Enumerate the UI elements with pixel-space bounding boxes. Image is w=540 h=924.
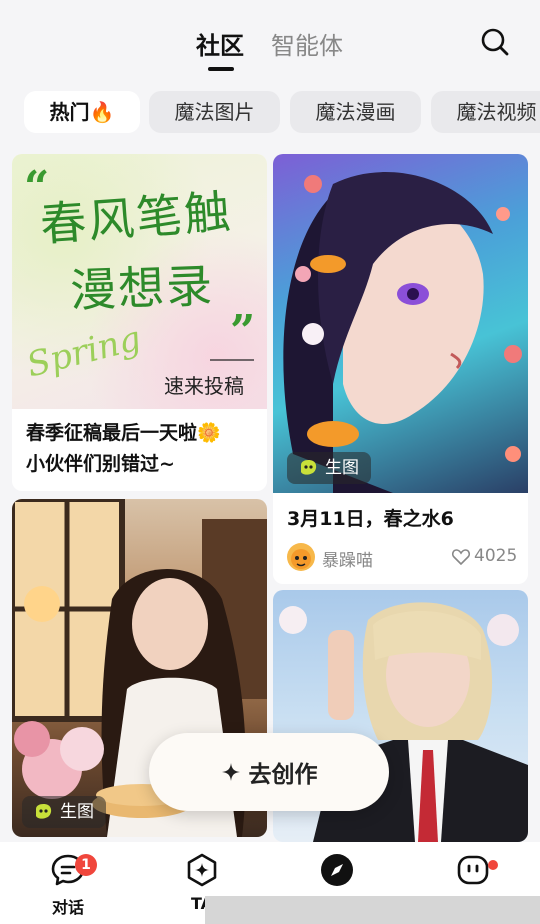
badge-label: 生图 <box>60 802 94 822</box>
brand-blob-icon <box>301 460 317 475</box>
card-title: 3月11日，春之水6 <box>287 508 454 530</box>
tab-agents[interactable]: 智能体 <box>271 26 343 61</box>
notification-dot <box>488 860 498 870</box>
nav-discover[interactable] <box>302 852 372 892</box>
generated-badge: 生图 <box>287 452 371 484</box>
spring-banner-image: “ ” 春风笔触 漫想录 Spring 速来投稿 <box>12 154 267 409</box>
category-pills: 热门🔥 魔法图片 魔法漫画 魔法视频 <box>24 91 540 133</box>
top-header: 社区 智能体 <box>0 0 540 80</box>
banner-headline-2: 漫想录 <box>69 258 216 318</box>
card-title-line1: 春季征稿最后一天啦🌼 <box>26 422 221 444</box>
card-spring-contest[interactable]: “ ” 春风笔触 漫想录 Spring 速来投稿 春季征稿最后一天啦🌼 小伙伴们… <box>12 154 267 491</box>
generated-badge: 生图 <box>22 796 106 828</box>
pill-hot[interactable]: 热门🔥 <box>24 91 140 133</box>
nav-chat[interactable]: 1 对话 <box>33 852 103 918</box>
pill-magic-videos[interactable]: 魔法视频 <box>431 91 540 133</box>
pill-magic-images[interactable]: 魔法图片 <box>149 91 280 133</box>
nav-profile[interactable] <box>438 852 508 892</box>
system-home-bar <box>205 896 540 924</box>
tab-community[interactable]: 社区 <box>196 26 244 61</box>
hexagon-sparkle-icon <box>187 853 217 887</box>
banner-headline-1: 春风笔触 <box>38 184 234 252</box>
nav-chat-label: 对话 <box>51 898 84 917</box>
tab-active-indicator <box>208 67 234 71</box>
robot-face-icon <box>457 855 489 885</box>
card-title-line2: 小伙伴们别错过~ <box>26 453 175 475</box>
anime-girl-image <box>273 154 528 493</box>
create-button[interactable]: 去创作 <box>149 733 389 811</box>
search-icon[interactable] <box>480 27 510 57</box>
avatar[interactable] <box>287 543 315 571</box>
banner-cta: 速来投稿 <box>164 374 244 398</box>
brand-blob-icon <box>36 804 52 819</box>
anime-girl-illustration <box>283 172 522 493</box>
pill-magic-comics[interactable]: 魔法漫画 <box>290 91 421 133</box>
like-count: 4025 <box>474 546 518 566</box>
svg-text:”: ” <box>230 306 255 357</box>
compass-icon <box>321 854 353 886</box>
create-button-label: 去创作 <box>248 762 318 788</box>
badge-label: 生图 <box>325 458 359 478</box>
heart-icon[interactable] <box>451 547 471 567</box>
author-name[interactable]: 暴躁喵 <box>322 546 373 571</box>
card-spring-water[interactable]: 生图 3月11日，春之水6 暴躁喵 4025 <box>273 154 528 584</box>
unread-badge: 1 <box>75 854 97 876</box>
sparkle-icon <box>221 763 240 781</box>
